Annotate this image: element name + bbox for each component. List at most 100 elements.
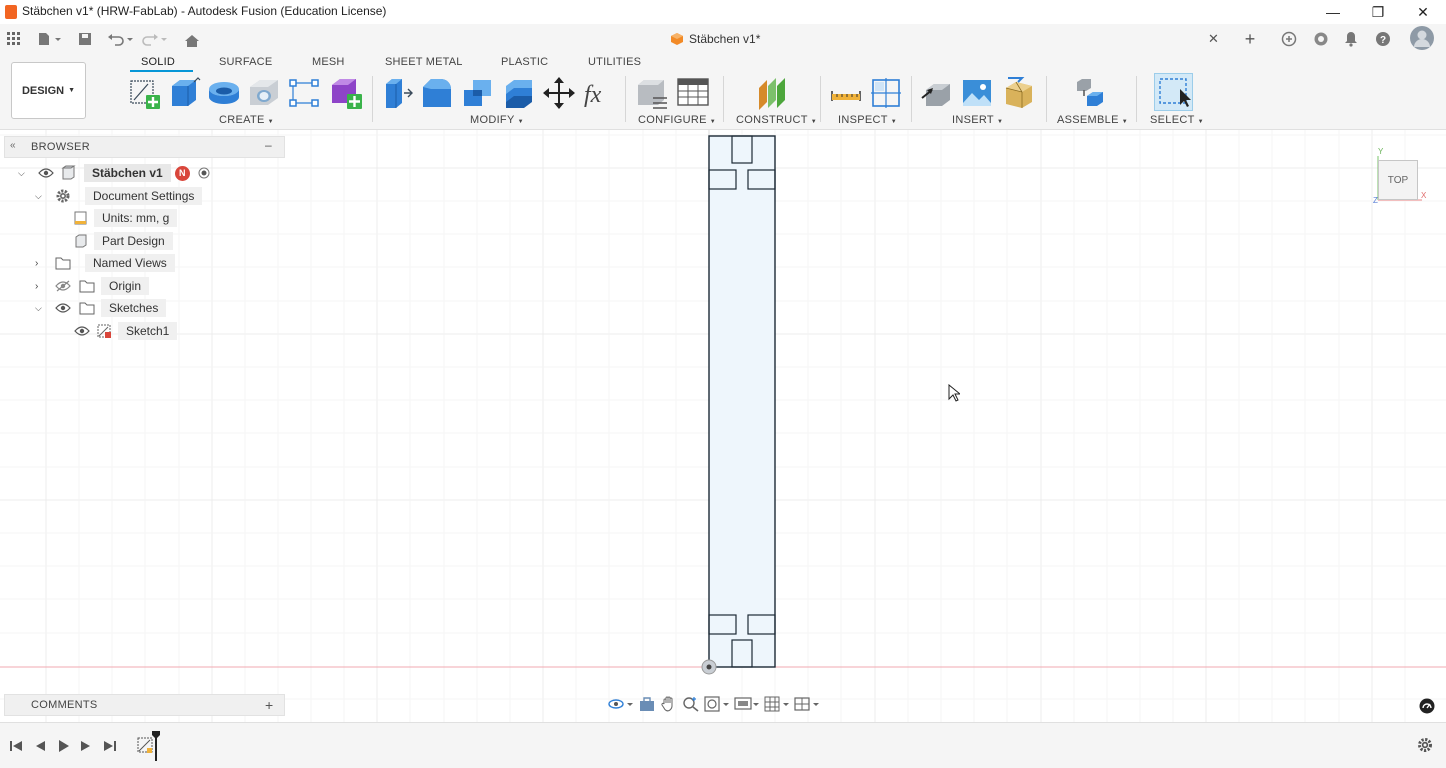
configure-icon[interactable]	[635, 76, 669, 110]
group-select[interactable]: SELECT ▼	[1150, 114, 1204, 126]
hole-icon[interactable]	[247, 76, 281, 110]
browser-panel-header[interactable]: « BROWSER –	[4, 136, 285, 158]
fit-window-icon[interactable]	[704, 696, 730, 712]
timeline-settings-gear-icon[interactable]	[1417, 737, 1433, 753]
extrude-icon[interactable]	[167, 76, 201, 110]
revolve-icon[interactable]	[207, 76, 241, 110]
browser-item-sketch1[interactable]: Sketch1	[74, 321, 178, 341]
group-modify[interactable]: MODIFY ▼	[470, 114, 524, 126]
insert-derive-icon[interactable]	[920, 76, 954, 110]
new-tab-plus-icon[interactable]: +	[1240, 29, 1260, 49]
go-to-start-icon[interactable]	[7, 737, 25, 755]
group-insert[interactable]: INSERT ▼	[952, 114, 1003, 126]
select-tool-button[interactable]	[1154, 73, 1193, 111]
document-tab[interactable]: Stäbchen v1* ✕	[660, 24, 1226, 54]
tab-utilities[interactable]: UTILITIES	[588, 56, 641, 68]
parameters-fx-icon[interactable]: fx	[582, 76, 616, 110]
home-icon[interactable]	[182, 31, 202, 51]
minimize-panel-icon[interactable]: –	[265, 138, 272, 152]
group-inspect[interactable]: INSPECT ▼	[838, 114, 897, 126]
group-configure[interactable]: CONFIGURE ▼	[638, 114, 716, 126]
zoom-icon[interactable]	[682, 696, 700, 712]
canvas-image-icon[interactable]	[960, 76, 994, 110]
notifications-bell-icon[interactable]	[1341, 29, 1361, 49]
group-create[interactable]: CREATE ▼	[219, 114, 274, 126]
data-panel-grid-icon[interactable]	[4, 29, 24, 49]
visibility-eye-icon[interactable]	[74, 326, 96, 336]
expand-caret-icon[interactable]: ⌵	[35, 191, 49, 202]
fillet-icon[interactable]	[420, 76, 454, 110]
tab-surface[interactable]: SURFACE	[219, 56, 272, 68]
group-construct[interactable]: CONSTRUCT ▼	[736, 114, 817, 126]
move-copy-icon[interactable]	[542, 76, 576, 110]
group-assemble[interactable]: ASSEMBLE ▼	[1057, 114, 1128, 126]
step-forward-icon[interactable]	[77, 737, 95, 755]
workspace-switcher-button[interactable]: DESIGN ▼	[11, 62, 86, 119]
visibility-eye-icon[interactable]	[38, 168, 60, 178]
collapse-panel-icon[interactable]: «	[10, 140, 16, 151]
browser-item-part-design[interactable]: Part Design	[74, 231, 173, 251]
save-icon[interactable]	[75, 29, 95, 49]
expand-caret-icon[interactable]: ›	[35, 258, 49, 269]
step-back-icon[interactable]	[31, 737, 49, 755]
minimize-button[interactable]: —	[1310, 0, 1356, 24]
tab-sheet-metal[interactable]: SHEET METAL	[385, 56, 463, 68]
display-settings-icon[interactable]	[734, 696, 760, 712]
tab-solid[interactable]: SOLID	[141, 56, 175, 68]
browser-item-units[interactable]: Units: mm, g	[74, 208, 178, 228]
play-icon[interactable]	[54, 737, 72, 755]
orbit-icon[interactable]	[608, 696, 634, 712]
create-sketch-icon[interactable]	[128, 76, 162, 110]
job-status-icon[interactable]	[1311, 29, 1331, 49]
extensions-icon[interactable]	[1279, 29, 1299, 49]
browser-root-row[interactable]: ⌵ Stäbchen v1 N	[18, 163, 210, 183]
grid-snap-icon[interactable]	[764, 696, 790, 712]
help-icon[interactable]: ?	[1373, 29, 1393, 49]
offset-face-icon[interactable]	[502, 76, 536, 110]
file-menu-icon[interactable]	[36, 29, 64, 49]
undo-icon[interactable]	[106, 29, 136, 49]
hidden-eye-icon[interactable]	[55, 280, 79, 292]
viewports-icon[interactable]	[794, 696, 820, 712]
group-separator	[1046, 76, 1047, 122]
group-inspect-label: INSPECT	[838, 114, 888, 126]
joint-icon[interactable]	[1073, 76, 1107, 110]
insert-mesh-icon[interactable]	[1002, 76, 1036, 110]
tab-plastic[interactable]: PLASTIC	[501, 56, 548, 68]
browser-item-document-settings[interactable]: ⌵ Document Settings	[35, 186, 203, 206]
browser-item-sketches[interactable]: ⌵ Sketches	[35, 298, 167, 318]
origin-point-icon[interactable]	[701, 659, 717, 675]
expand-caret-icon[interactable]: ⌵	[18, 168, 32, 179]
press-pull-icon[interactable]	[380, 76, 414, 110]
expand-caret-icon[interactable]: ›	[35, 281, 49, 292]
folder-icon	[79, 301, 101, 315]
pattern-icon[interactable]	[287, 76, 321, 110]
look-at-icon[interactable]	[638, 696, 656, 712]
go-to-end-icon[interactable]	[101, 737, 119, 755]
timeline-marker[interactable]	[152, 731, 160, 761]
expand-caret-icon[interactable]: ⌵	[35, 303, 49, 314]
user-avatar[interactable]	[1410, 26, 1434, 50]
offset-plane-icon[interactable]	[755, 76, 789, 110]
view-cube[interactable]: TOP	[1378, 160, 1418, 200]
browser-item-named-views[interactable]: › Named Views	[35, 253, 175, 273]
document-tab-close-icon[interactable]: ✕	[1208, 31, 1219, 47]
browser-item-origin[interactable]: › Origin	[35, 276, 150, 296]
add-comment-plus-icon[interactable]: +	[265, 697, 273, 713]
configuration-table-icon[interactable]	[676, 76, 710, 110]
combine-icon[interactable]	[461, 76, 495, 110]
activate-radio-icon[interactable]	[198, 167, 210, 179]
pan-hand-icon[interactable]	[660, 696, 678, 712]
redo-icon[interactable]	[140, 29, 170, 49]
sketch-profile[interactable]	[700, 130, 790, 675]
new-component-icon[interactable]	[329, 76, 363, 110]
tab-mesh[interactable]: MESH	[312, 56, 345, 68]
measure-icon[interactable]	[829, 76, 863, 110]
close-button[interactable]: ✕	[1400, 0, 1446, 24]
section-analysis-icon[interactable]	[869, 76, 903, 110]
comments-panel-header[interactable]: COMMENTS +	[4, 694, 285, 716]
restore-button[interactable]: ❐	[1355, 0, 1401, 24]
performance-gauge-icon[interactable]	[1419, 698, 1435, 714]
graphics-canvas[interactable]	[0, 130, 1446, 722]
visibility-eye-icon[interactable]	[55, 303, 79, 313]
